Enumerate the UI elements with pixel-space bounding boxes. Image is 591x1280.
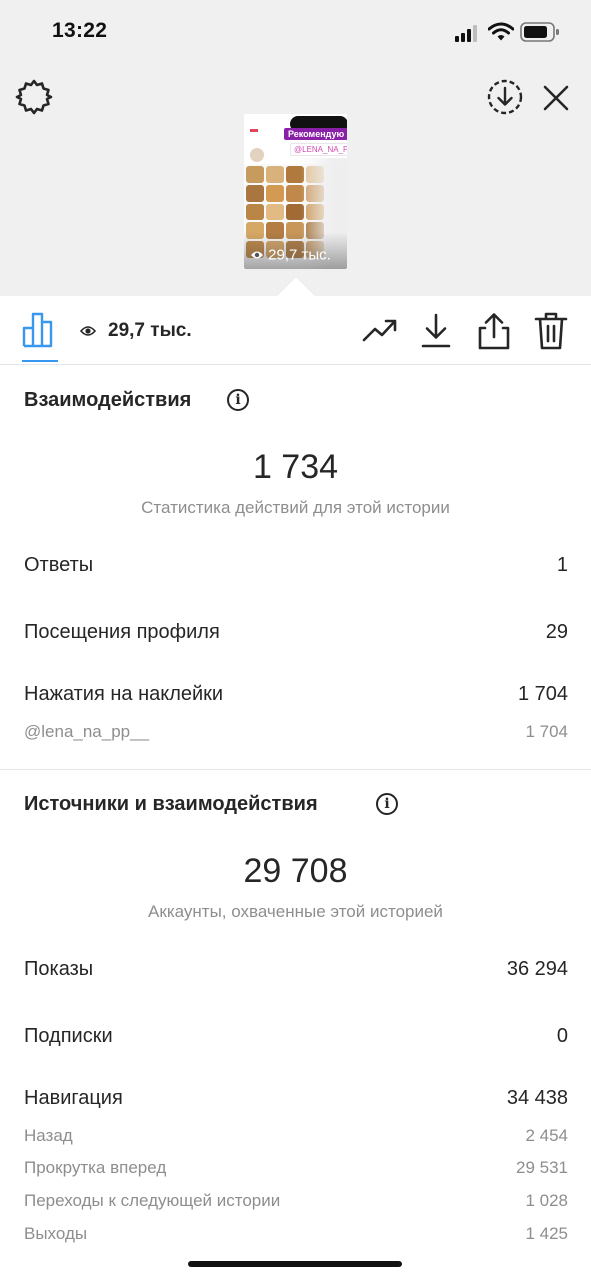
reach-caption: Аккаунты, охваченные этой историей: [148, 902, 443, 921]
active-tab-indicator: [22, 360, 58, 362]
stat-sublabel: Переходы к следующей истории: [24, 1191, 281, 1210]
interactions-total: 1 734: [252, 448, 339, 486]
stat-sublabel: @lena_na_pp__: [24, 722, 150, 741]
stat-subvalue: 1 425: [525, 1224, 568, 1243]
battery-icon: [520, 22, 559, 42]
save-story-icon[interactable]: [486, 78, 524, 116]
stat-sublabel: Выходы: [24, 1224, 88, 1243]
delete-icon[interactable]: [534, 311, 568, 351]
signal-icon: [455, 25, 477, 42]
interactions-title: Взаимодействия: [24, 389, 192, 411]
stat-row-follows[interactable]: Подписки 0: [24, 1025, 568, 1053]
discovery-title: Источники и взаимодействия: [24, 793, 318, 815]
nav-subrow-next-story[interactable]: Переходы к следующей истории 1 028: [24, 1191, 568, 1219]
insights-toolbar: 29,7 тыс.: [0, 296, 591, 365]
stat-row-impressions[interactable]: Показы 36 294: [24, 958, 568, 986]
stat-subvalue: 29 531: [516, 1158, 568, 1177]
nav-subrow-exits[interactable]: Выходы 1 425: [24, 1224, 568, 1252]
close-icon[interactable]: [542, 84, 570, 112]
settings-icon[interactable]: [15, 78, 53, 116]
stat-label: Нажатия на наклейки: [24, 683, 224, 705]
nav-subrow-back[interactable]: Назад 2 454: [24, 1126, 568, 1154]
stat-value: 0: [556, 1025, 568, 1047]
status-time: 13:22: [52, 19, 108, 42]
section-divider: [0, 769, 591, 770]
views-count: 29,7 тыс.: [108, 320, 192, 341]
stat-sublabel: Прокрутка вперед: [24, 1158, 167, 1177]
stat-row-replies[interactable]: Ответы 1: [24, 554, 568, 582]
stat-subrow-mention[interactable]: @lena_na_pp__ 1 704: [24, 722, 568, 750]
stat-row-sticker-taps[interactable]: Нажатия на наклейки 1 704: [24, 683, 568, 711]
thumbnail-badge: [250, 129, 258, 132]
stat-label: Навигация: [24, 1087, 123, 1109]
stat-value: 29: [545, 621, 568, 643]
stat-subvalue: 1 028: [525, 1191, 568, 1210]
home-indicator[interactable]: [188, 1261, 402, 1267]
promote-icon[interactable]: [362, 316, 398, 344]
interactions-caption: Статистика действий для этой истории: [141, 498, 450, 517]
stat-row-profile-visits[interactable]: Посещения профиля 29: [24, 621, 568, 649]
insights-tab-icon[interactable]: [22, 310, 58, 348]
mention-sticker: @LENA_NA_PP_: [290, 143, 347, 156]
info-icon[interactable]: i: [376, 793, 398, 815]
stat-label: Показы: [24, 958, 94, 980]
eye-icon: [251, 251, 263, 259]
download-icon[interactable]: [420, 313, 452, 349]
stat-value: 1 704: [517, 683, 568, 705]
stat-value: 1: [556, 554, 568, 576]
stat-value: 36 294: [506, 958, 568, 980]
recommend-sticker: Рекомендую: [284, 128, 347, 140]
eye-icon: [80, 326, 96, 336]
stat-label: Посещения профиля: [24, 621, 220, 643]
wifi-icon: [488, 22, 514, 41]
stat-subvalue: 2 454: [525, 1126, 568, 1145]
stat-subvalue: 1 704: [525, 722, 568, 741]
stat-label: Подписки: [24, 1025, 113, 1047]
info-icon[interactable]: i: [227, 389, 249, 411]
stat-row-navigation[interactable]: Навигация 34 438: [24, 1087, 568, 1115]
thumbnail-views: 29,7 тыс.: [250, 246, 331, 264]
stat-value: 34 438: [506, 1087, 568, 1109]
story-header-area: 13:22 Рекомендую @LENA_NA_PP_: [0, 0, 591, 296]
nav-subrow-forward[interactable]: Прокрутка вперед 29 531: [24, 1158, 568, 1186]
reach-total: 29 708: [243, 852, 348, 890]
story-thumbnail[interactable]: Рекомендую @LENA_NA_PP_ 29,7 тыс.: [244, 114, 347, 269]
thumbnail-views-count: 29,7 тыс.: [268, 246, 331, 264]
stat-label: Ответы: [24, 554, 94, 576]
share-icon[interactable]: [477, 312, 511, 350]
stat-sublabel: Назад: [24, 1126, 73, 1145]
